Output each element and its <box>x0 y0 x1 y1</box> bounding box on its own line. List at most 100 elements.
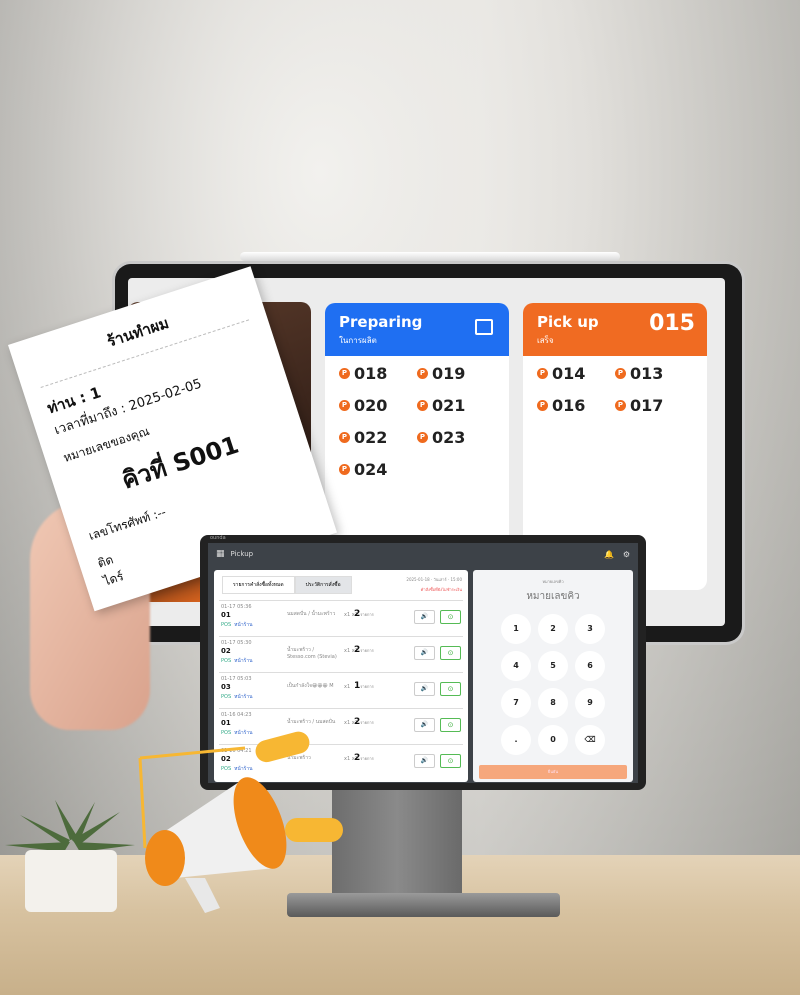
tag-pos: POS <box>221 694 232 700</box>
call-speaker-button[interactable]: 🔊 <box>414 682 435 696</box>
keypad-key[interactable]: 5 <box>538 651 568 681</box>
queue-badge-icon: P <box>417 432 428 443</box>
keypad-key[interactable]: 6 <box>575 651 605 681</box>
keypad-label: หมายเลขคิว <box>526 591 580 602</box>
queue-badge-icon: P <box>615 368 626 379</box>
order-number: 02 <box>221 647 231 655</box>
keypad-key[interactable]: 4 <box>501 651 531 681</box>
megaphone-icon <box>138 731 343 913</box>
order-time: 01-17 05:03 <box>221 676 252 682</box>
keypad-key[interactable]: 2 <box>538 614 568 644</box>
queue-number-text: 020 <box>354 396 388 415</box>
keypad-panel: หมายเลขคิว หมายเลขคิว 1 2 3 4 5 6 7 8 9. 0 ⌫ ยืนยั… <box>473 570 633 782</box>
order-items: เป็นกำลังใจ😀😀😀 M <box>287 683 334 689</box>
queue-badge-icon: P <box>615 400 626 411</box>
preparing-title: Preparing <box>339 313 423 331</box>
tag-store: หน้าร้าน <box>234 658 253 664</box>
tag-pos: POS <box>221 658 232 664</box>
tab-order-history[interactable]: ประวัติการสั่งซื้อ <box>294 576 352 594</box>
preparing-header: Preparing ในการผลิต <box>325 303 509 356</box>
queue-badge-icon: P <box>339 464 350 475</box>
complete-order-button[interactable]: ⊙ <box>440 646 461 660</box>
order-tags: POS หน้าร้าน <box>221 693 253 701</box>
order-items: นมสดปั่น / น้ำมะพร้าว <box>287 611 336 617</box>
queue-number-text: 017 <box>630 396 664 415</box>
order-unit: รายการ <box>360 648 374 653</box>
queue-number: P 014 <box>537 364 615 383</box>
queue-number: P 019 <box>417 364 495 383</box>
queue-number-text: 019 <box>432 364 466 383</box>
call-speaker-button[interactable]: 🔊 <box>414 754 435 768</box>
keypad-key[interactable]: 0 <box>538 725 568 755</box>
order-unit: รายการ <box>360 612 374 617</box>
settings-icon[interactable]: ⚙ <box>623 550 630 559</box>
pickup-count: 015 <box>649 311 695 336</box>
pickup-header: Pick up เสร็จ 015 <box>523 303 707 356</box>
pos-topbar: ▦ Pickup 🔔 ⚙ <box>208 543 638 565</box>
pos-brand: ounda <box>210 535 226 541</box>
queue-number: P 023 <box>417 428 495 447</box>
order-unit: รายการ <box>360 720 374 725</box>
queue-number: P 017 <box>615 396 693 415</box>
grid-menu-icon[interactable]: ▦ <box>216 549 225 559</box>
queue-badge-icon: P <box>339 368 350 379</box>
queue-number-text: 016 <box>552 396 586 415</box>
pickup-queue-list: P 014 P 013 P 016 P 017 <box>523 356 707 423</box>
keypad-key[interactable]: 7 <box>501 688 531 718</box>
queue-badge-icon: P <box>417 368 428 379</box>
complete-order-button[interactable]: ⊙ <box>440 754 461 768</box>
keypad-key[interactable]: 1 <box>501 614 531 644</box>
keypad-key[interactable]: 9 <box>575 688 605 718</box>
queue-number-text: 024 <box>354 460 388 479</box>
order-number: 01 <box>221 719 231 727</box>
queue-badge-icon: P <box>339 432 350 443</box>
pos-stand <box>332 790 462 900</box>
queue-number: P 020 <box>339 396 417 415</box>
queue-number: P 018 <box>339 364 417 383</box>
call-speaker-button[interactable]: 🔊 <box>414 718 435 732</box>
order-row[interactable]: 01-17 05:30 02 POS หน้าร้าน น้ำมะพร้าว / Ste… <box>219 636 463 672</box>
call-speaker-button[interactable]: 🔊 <box>414 646 435 660</box>
tag-pos: POS <box>221 622 232 628</box>
queue-number: P 021 <box>417 396 495 415</box>
queue-number-text: 013 <box>630 364 664 383</box>
queue-badge-icon: P <box>417 400 428 411</box>
queue-number-text: 023 <box>432 428 466 447</box>
tab-all-orders[interactable]: รายการคำสั่งซื้อทั้งหมด <box>222 576 295 594</box>
complete-order-button[interactable]: ⊙ <box>440 718 461 732</box>
order-unit: รายการ <box>360 756 374 761</box>
keypad-key[interactable]: ⌫ <box>575 725 605 755</box>
potted-plant <box>5 800 135 912</box>
queue-number-text: 014 <box>552 364 586 383</box>
confirm-button[interactable]: ยืนยัน <box>479 765 627 779</box>
order-tags: POS หน้าร้าน <box>221 621 253 629</box>
store-icon <box>475 319 493 335</box>
tag-store: หน้าร้าน <box>234 622 253 628</box>
complete-order-button[interactable]: ⊙ <box>440 610 461 624</box>
complete-order-button[interactable]: ⊙ <box>440 682 461 696</box>
pos-title: Pickup <box>230 550 254 558</box>
order-tags: POS หน้าร้าน <box>221 657 253 665</box>
order-number: 03 <box>221 683 231 691</box>
preparing-subtitle: ในการผลิต <box>339 336 377 345</box>
queue-badge-icon: P <box>537 400 548 411</box>
order-items: น้ำมะพร้าว / นมสดปั่น <box>287 719 336 725</box>
queue-badge-icon: P <box>537 368 548 379</box>
keypad-caption: หมายเลขคิว <box>542 579 564 584</box>
keypad-key[interactable]: 8 <box>538 688 568 718</box>
bell-icon[interactable]: 🔔 <box>604 550 614 559</box>
call-speaker-button[interactable]: 🔊 <box>414 610 435 624</box>
queue-number-text: 022 <box>354 428 388 447</box>
order-row[interactable]: 01-17 05:03 03 POS หน้าร้าน เป็นกำลังใจ😀😀😀 M… <box>219 672 463 708</box>
order-row[interactable]: 01-17 05:36 01 POS หน้าร้าน นมสดปั่น / น้ำมะ… <box>219 600 463 636</box>
order-qty: x1 <box>344 684 351 690</box>
pos-notice: คำสั่งซื้อที่ยังไม่ชำระเงิน <box>420 587 462 592</box>
queue-number: P 024 <box>339 460 417 479</box>
queue-number: P 022 <box>339 428 417 447</box>
queue-badge-icon: P <box>339 400 350 411</box>
order-time: 01-16 04:23 <box>221 712 252 718</box>
keypad-key[interactable]: . <box>501 725 531 755</box>
keypad-key[interactable]: 3 <box>575 614 605 644</box>
order-unit: รายการ <box>360 684 374 689</box>
queue-number: P 016 <box>537 396 615 415</box>
